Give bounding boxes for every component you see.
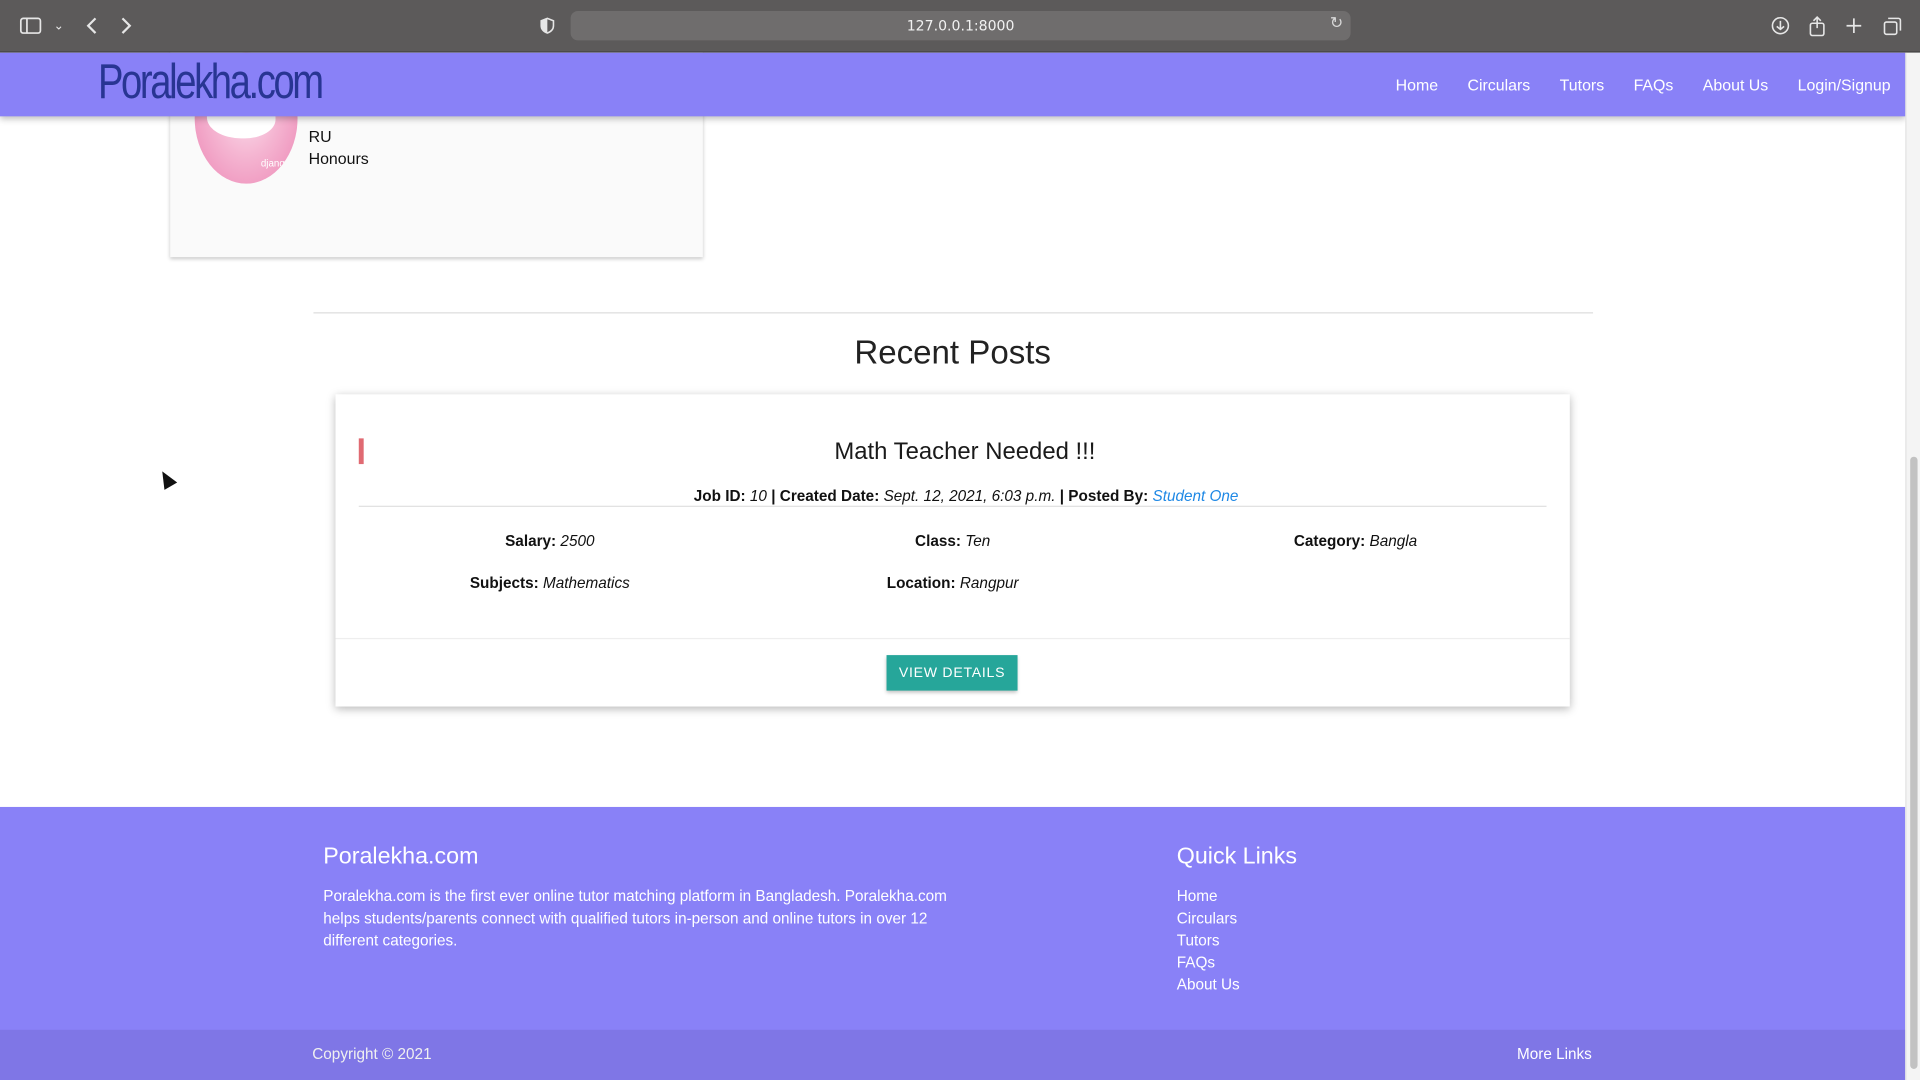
location-value: Rangpur: [959, 574, 1019, 592]
nav-links: Home Circulars Tutors FAQs About Us Logi…: [1366, 53, 1891, 117]
footer: Poralekha.com Poralekha.com is the first…: [0, 806, 1906, 1080]
created-date-label: Created Date:: [779, 487, 880, 505]
plus-icon[interactable]: [1840, 12, 1867, 39]
location-field: Location: Rangpur: [887, 574, 1019, 591]
category-label: Category:: [1293, 532, 1366, 550]
footer-link-tutors[interactable]: Tutors: [1177, 929, 1240, 951]
post-rule: [358, 505, 1547, 507]
created-date-value: Sept. 12, 2021, 6:03 p.m.: [883, 487, 1056, 505]
scrollbar-thumb[interactable]: [1910, 456, 1918, 1069]
browser-toolbar: ⌄ 127.0.0.1:8000 ↻: [0, 0, 1920, 53]
quick-links-list: Home Circulars Tutors FAQs About Us: [1177, 885, 1240, 995]
footer-link-faqs[interactable]: FAQs: [1177, 951, 1240, 973]
post-card: Math Teacher Needed !!! Job ID: 10 | Cre…: [335, 394, 1570, 707]
chevron-left-icon[interactable]: [78, 12, 105, 39]
meta-separator: |: [771, 487, 776, 505]
tabs-overview-icon[interactable]: [1878, 12, 1905, 39]
nav-faqs[interactable]: FAQs: [1634, 75, 1674, 93]
shield-icon[interactable]: [535, 12, 559, 39]
category-value: Bangla: [1369, 532, 1418, 550]
posted-by-link[interactable]: Student One: [1152, 487, 1238, 504]
salary-value: 2500: [560, 532, 595, 550]
salary-label: Salary:: [505, 532, 557, 550]
address-bar[interactable]: 127.0.0.1:8000 ↻: [570, 11, 1351, 41]
class-label: Class:: [915, 532, 962, 550]
profile-university: RU: [308, 127, 332, 146]
subjects-value: Mathematics: [542, 574, 630, 592]
sidebar-icon[interactable]: [17, 12, 44, 39]
page-content: django RU Honours Poralekha.com Home Cir…: [0, 52, 1906, 1080]
posted-by-label: Posted By:: [1068, 487, 1149, 505]
meta-separator: |: [1059, 487, 1065, 505]
job-id-value: 10: [749, 487, 767, 505]
chevron-down-icon[interactable]: ⌄: [51, 12, 66, 39]
avatar-caption: django: [260, 157, 291, 169]
nav-circulars[interactable]: Circulars: [1467, 75, 1530, 93]
url-text: 127.0.0.1:8000: [906, 17, 1015, 35]
post-meta: Job ID: 10 | Created Date: Sept. 12, 202…: [336, 487, 1597, 504]
brand-logo[interactable]: Poralekha.com: [98, 55, 324, 110]
footer-link-home[interactable]: Home: [1177, 885, 1240, 907]
chevron-right-icon[interactable]: [113, 12, 140, 39]
salary-field: Salary: 2500: [505, 533, 594, 550]
subjects-label: Subjects:: [469, 574, 539, 592]
more-links-link[interactable]: More Links: [1517, 1046, 1592, 1063]
nav-login-signup[interactable]: Login/Signup: [1798, 75, 1891, 93]
category-field: Category: Bangla: [1294, 533, 1417, 550]
recent-posts-heading: Recent Posts: [854, 334, 1051, 372]
footer-link-about-us[interactable]: About Us: [1177, 973, 1240, 995]
footer-brand: Poralekha.com: [323, 843, 479, 870]
screen: ⌄ 127.0.0.1:8000 ↻ django RU Honours Por…: [0, 0, 1920, 1080]
quick-links-title: Quick Links: [1176, 843, 1297, 870]
copyright-text: Copyright © 2021: [312, 1045, 432, 1063]
nav-home[interactable]: Home: [1396, 75, 1438, 93]
footer-description: Poralekha.com is the first ever online t…: [323, 887, 947, 949]
class-value: Ten: [965, 532, 991, 550]
job-id-label: Job ID:: [693, 487, 746, 505]
view-details-button[interactable]: VIEW DETAILS: [886, 655, 1018, 691]
footer-link-circulars[interactable]: Circulars: [1177, 907, 1240, 929]
class-field: Class: Ten: [915, 533, 990, 550]
subjects-field: Subjects: Mathematics: [470, 574, 630, 591]
download-icon[interactable]: [1767, 12, 1794, 39]
nav-tutors[interactable]: Tutors: [1560, 75, 1605, 93]
nav-about-us[interactable]: About Us: [1703, 75, 1768, 93]
section-divider: [313, 312, 1594, 314]
share-icon[interactable]: [1804, 12, 1831, 39]
profile-degree: Honours: [308, 149, 369, 168]
profile-details: RU Honours: [309, 126, 369, 170]
location-label: Location:: [886, 574, 956, 592]
page-scrollbar[interactable]: [1905, 52, 1920, 1080]
post-title: Math Teacher Needed !!!: [834, 438, 1096, 466]
navbar: Poralekha.com Home Circulars Tutors FAQs…: [0, 52, 1906, 117]
reload-icon[interactable]: ↻: [1330, 15, 1343, 33]
footer-bottom-bar: Copyright © 2021 More Links: [0, 1029, 1906, 1080]
card-action-divider: [335, 637, 1570, 640]
